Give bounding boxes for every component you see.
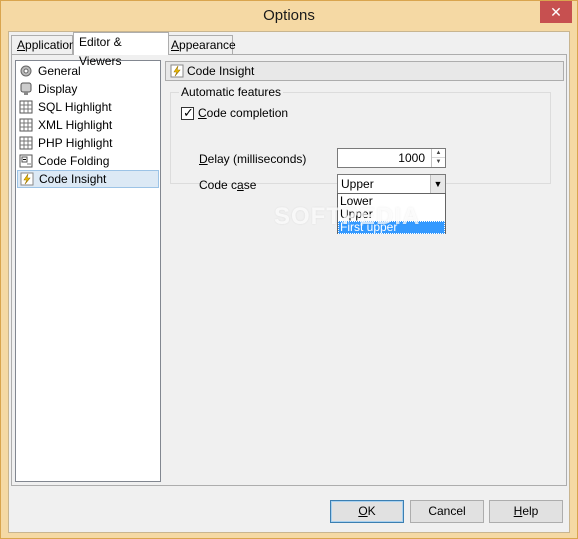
grid-icon [19, 136, 33, 150]
title-bar[interactable]: Options ✕ [1, 1, 577, 31]
ok-button[interactable]: OK [330, 500, 404, 523]
category-list[interactable]: General Display SQL Highlight XML Highli… [15, 60, 161, 482]
sidebar-item-php-highlight[interactable]: PHP Highlight [17, 134, 159, 152]
tab-application[interactable]: Application [11, 35, 76, 55]
sidebar-item-sql-highlight[interactable]: SQL Highlight [17, 98, 159, 116]
code-case-text-a: Code c [199, 178, 238, 192]
tab-editor-viewers[interactable]: Editor & Viewers [73, 32, 169, 68]
tab-application-mnemonic: A [17, 38, 26, 52]
spin-down-icon[interactable]: ▼ [432, 158, 445, 167]
sidebar-item-label: Code Insight [39, 172, 107, 186]
tab-appearance-mnemonic: A [171, 38, 180, 52]
watermark: SOFTPEDIA [274, 203, 421, 230]
code-completion-mnemonic: C [198, 106, 207, 120]
group-label: Automatic features [179, 85, 284, 99]
tab-panel: General Display SQL Highlight XML Highli… [11, 54, 567, 486]
panel-header: Code Insight [165, 61, 564, 81]
options-window: Options ✕ Application Editor & Viewers A… [0, 0, 578, 539]
cancel-button[interactable]: Cancel [410, 500, 484, 523]
button-bar: OK Cancel Help [9, 490, 569, 532]
delay-label: Delay (milliseconds) [199, 152, 306, 166]
code-completion-text: ode completion [206, 106, 289, 120]
close-icon: ✕ [550, 4, 562, 20]
code-case-value: Upper [341, 177, 374, 191]
sidebar-item-label: SQL Highlight [38, 100, 112, 114]
grid-icon [19, 118, 33, 132]
sidebar-item-code-folding[interactable]: Code Folding [17, 152, 159, 170]
checkmark-icon: ✓ [183, 105, 194, 120]
sidebar-item-code-insight[interactable]: Code Insight [17, 170, 159, 188]
code-case-mnemonic: a [237, 178, 244, 192]
sidebar-item-display[interactable]: Display [17, 80, 159, 98]
spin-buttons: ▲ ▼ [431, 149, 445, 167]
folding-icon [19, 154, 33, 168]
dialog-body: Application Editor & Viewers Appearance … [8, 31, 570, 533]
ok-mnemonic: O [358, 504, 368, 518]
sidebar-item-label: XML Highlight [38, 118, 113, 132]
delay-mnemonic: D [199, 152, 208, 166]
code-completion-checkbox[interactable]: ✓ [181, 105, 194, 120]
grid-icon [19, 100, 33, 114]
lightning-icon [170, 64, 184, 78]
tab-editor-viewers-label: Editor & Viewers [79, 35, 122, 68]
cancel-label: Cancel [428, 504, 466, 518]
code-completion-label[interactable]: Code completion [198, 106, 288, 120]
general-icon [20, 65, 32, 77]
spin-up-icon[interactable]: ▲ [432, 149, 445, 158]
tab-appearance[interactable]: Appearance [165, 35, 236, 55]
sidebar-item-label: General [38, 64, 81, 78]
automatic-features-group: Automatic features ✓ Code completion Del… [170, 85, 551, 234]
delay-value: 1000 [398, 151, 425, 165]
sidebar-item-label: PHP Highlight [38, 136, 113, 150]
close-button[interactable]: ✕ [540, 1, 572, 23]
delay-spinbox[interactable]: 1000 ▲ ▼ [337, 148, 446, 168]
window-title: Options [263, 7, 315, 24]
sidebar-item-xml-highlight[interactable]: XML Highlight [17, 116, 159, 134]
code-case-text-b: se [243, 178, 257, 192]
chevron-down-icon[interactable]: ▼ [430, 175, 445, 193]
display-icon [20, 82, 32, 95]
sidebar-item-label: Display [38, 82, 78, 96]
code-case-combobox[interactable]: Upper ▼ [337, 174, 446, 194]
ok-label: K [367, 504, 376, 518]
code-case-label: Code case [199, 178, 256, 192]
tab-appearance-label: ppearance [179, 38, 236, 52]
delay-text: elay (milliseconds) [207, 152, 307, 166]
tab-application-label: pplication [25, 38, 76, 52]
help-label: elp [522, 504, 539, 518]
lightning-icon [20, 172, 34, 186]
help-button[interactable]: Help [489, 500, 563, 523]
panel-header-title: Code Insight [187, 64, 255, 78]
sidebar-item-label: Code Folding [38, 154, 110, 168]
